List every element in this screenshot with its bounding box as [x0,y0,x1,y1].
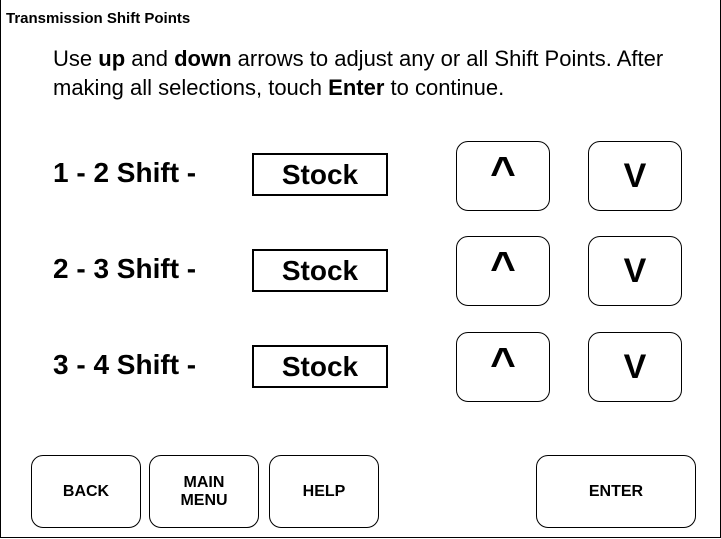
shift-1-2-value: Stock [252,153,388,196]
shift-2-3-up-button[interactable]: ^ [456,236,550,306]
help-button[interactable]: HELP [269,455,379,528]
back-button[interactable]: BACK [31,455,141,528]
page-title: Transmission Shift Points [6,10,191,27]
shift-3-4-label: 3 - 4 Shift - [53,349,197,380]
shift-1-2-label: 1 - 2 Shift - [53,157,197,188]
shift-3-4-down-button[interactable]: V [588,332,682,402]
instructions-part-4: to continue. [384,75,505,100]
instructions-text: Use up and down arrows to adjust any or … [53,44,683,102]
instructions-up-word: up [98,46,126,71]
shift-3-4-value: Stock [252,345,388,388]
shift-2-3-value: Stock [252,249,388,292]
instructions-enter-word: Enter [328,75,385,100]
instructions-part-2: and [125,46,175,71]
shift-3-4-up-button[interactable]: ^ [456,332,550,402]
instructions-down-word: down [174,46,232,71]
main-menu-button[interactable]: MAIN MENU [149,455,259,528]
shift-1-2-up-button[interactable]: ^ [456,141,550,211]
transmission-shift-points-screen: Transmission Shift Points Use up and dow… [0,0,721,538]
enter-button[interactable]: ENTER [536,455,696,528]
instructions-part-1: Use [53,46,99,71]
shift-2-3-label: 2 - 3 Shift - [53,253,197,284]
shift-1-2-down-button[interactable]: V [588,141,682,211]
shift-2-3-down-button[interactable]: V [588,236,682,306]
